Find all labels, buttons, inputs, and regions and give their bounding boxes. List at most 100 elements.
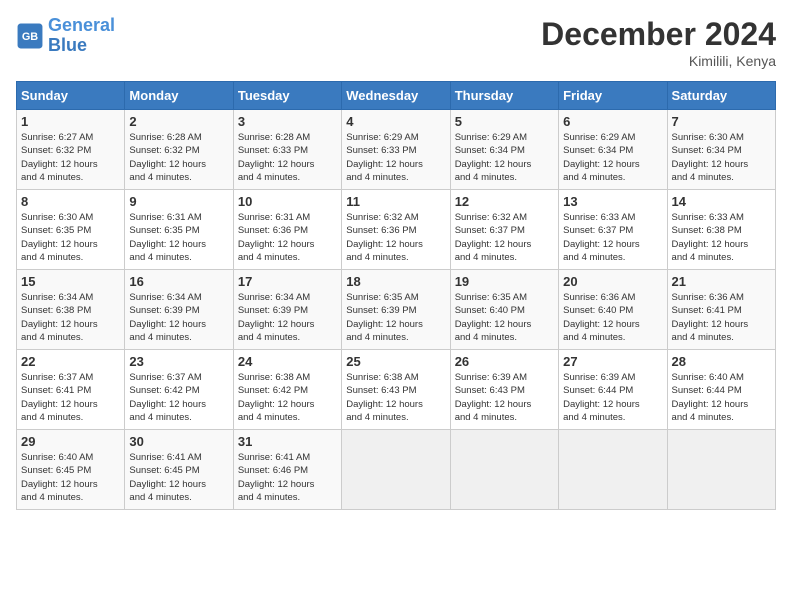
day-number: 13 — [563, 194, 662, 209]
day-number: 22 — [21, 354, 120, 369]
day-info: Sunrise: 6:35 AMSunset: 6:39 PMDaylight:… — [346, 291, 445, 344]
day-number: 5 — [455, 114, 554, 129]
day-info: Sunrise: 6:32 AMSunset: 6:37 PMDaylight:… — [455, 211, 554, 264]
calendar-cell: 9 Sunrise: 6:31 AMSunset: 6:35 PMDaylight… — [125, 190, 233, 270]
calendar-week-1: 1 Sunrise: 6:27 AMSunset: 6:32 PMDaylight… — [17, 110, 776, 190]
calendar-cell: 28 Sunrise: 6:40 AMSunset: 6:44 PMDayligh… — [667, 350, 775, 430]
day-number: 31 — [238, 434, 337, 449]
day-info: Sunrise: 6:31 AMSunset: 6:36 PMDaylight:… — [238, 211, 337, 264]
col-thursday: Thursday — [450, 82, 558, 110]
day-info: Sunrise: 6:38 AMSunset: 6:42 PMDaylight:… — [238, 371, 337, 424]
day-info: Sunrise: 6:33 AMSunset: 6:37 PMDaylight:… — [563, 211, 662, 264]
day-info: Sunrise: 6:30 AMSunset: 6:35 PMDaylight:… — [21, 211, 120, 264]
day-number: 26 — [455, 354, 554, 369]
day-info: Sunrise: 6:33 AMSunset: 6:38 PMDaylight:… — [672, 211, 771, 264]
day-info: Sunrise: 6:34 AMSunset: 6:39 PMDaylight:… — [238, 291, 337, 344]
col-saturday: Saturday — [667, 82, 775, 110]
day-number: 16 — [129, 274, 228, 289]
day-number: 11 — [346, 194, 445, 209]
calendar-cell — [559, 430, 667, 510]
day-number: 29 — [21, 434, 120, 449]
title-block: December 2024 Kimilili, Kenya — [541, 16, 776, 69]
day-info: Sunrise: 6:37 AMSunset: 6:41 PMDaylight:… — [21, 371, 120, 424]
calendar-cell: 20 Sunrise: 6:36 AMSunset: 6:40 PMDayligh… — [559, 270, 667, 350]
day-number: 15 — [21, 274, 120, 289]
day-number: 14 — [672, 194, 771, 209]
day-info: Sunrise: 6:40 AMSunset: 6:45 PMDaylight:… — [21, 451, 120, 504]
day-number: 20 — [563, 274, 662, 289]
day-info: Sunrise: 6:39 AMSunset: 6:44 PMDaylight:… — [563, 371, 662, 424]
page-header: GB GeneralBlue December 2024 Kimilili, K… — [16, 16, 776, 69]
calendar-cell: 30 Sunrise: 6:41 AMSunset: 6:45 PMDayligh… — [125, 430, 233, 510]
day-info: Sunrise: 6:34 AMSunset: 6:39 PMDaylight:… — [129, 291, 228, 344]
calendar-cell: 11Sunrise: 6:32 AMSunset: 6:36 PMDayligh… — [342, 190, 450, 270]
logo: GB GeneralBlue — [16, 16, 115, 56]
calendar-cell: 31 Sunrise: 6:41 AMSunset: 6:46 PMDayligh… — [233, 430, 341, 510]
col-friday: Friday — [559, 82, 667, 110]
calendar-week-3: 15 Sunrise: 6:34 AMSunset: 6:38 PMDayligh… — [17, 270, 776, 350]
day-number: 10 — [238, 194, 337, 209]
day-info: Sunrise: 6:34 AMSunset: 6:38 PMDaylight:… — [21, 291, 120, 344]
day-number: 19 — [455, 274, 554, 289]
col-monday: Monday — [125, 82, 233, 110]
day-info: Sunrise: 6:28 AMSunset: 6:32 PMDaylight:… — [129, 131, 228, 184]
calendar-cell: 8Sunrise: 6:30 AMSunset: 6:35 PMDaylight… — [17, 190, 125, 270]
calendar-cell: 26 Sunrise: 6:39 AMSunset: 6:43 PMDayligh… — [450, 350, 558, 430]
day-info: Sunrise: 6:40 AMSunset: 6:44 PMDaylight:… — [672, 371, 771, 424]
calendar-cell: 6 Sunrise: 6:29 AMSunset: 6:34 PMDaylight… — [559, 110, 667, 190]
day-number: 3 — [238, 114, 337, 129]
day-info: Sunrise: 6:36 AMSunset: 6:40 PMDaylight:… — [563, 291, 662, 344]
calendar-cell: 7Sunrise: 6:30 AMSunset: 6:34 PMDaylight… — [667, 110, 775, 190]
location: Kimilili, Kenya — [541, 53, 776, 69]
calendar-cell: 15 Sunrise: 6:34 AMSunset: 6:38 PMDayligh… — [17, 270, 125, 350]
day-number: 12 — [455, 194, 554, 209]
calendar-cell: 18 Sunrise: 6:35 AMSunset: 6:39 PMDayligh… — [342, 270, 450, 350]
calendar-cell: 10 Sunrise: 6:31 AMSunset: 6:36 PMDayligh… — [233, 190, 341, 270]
day-number: 6 — [563, 114, 662, 129]
calendar-cell: 14 Sunrise: 6:33 AMSunset: 6:38 PMDayligh… — [667, 190, 775, 270]
col-wednesday: Wednesday — [342, 82, 450, 110]
calendar-cell — [667, 430, 775, 510]
day-info: Sunrise: 6:31 AMSunset: 6:35 PMDaylight:… — [129, 211, 228, 264]
calendar-cell: 27 Sunrise: 6:39 AMSunset: 6:44 PMDayligh… — [559, 350, 667, 430]
calendar-cell — [450, 430, 558, 510]
day-number: 9 — [129, 194, 228, 209]
calendar-cell: 4 Sunrise: 6:29 AMSunset: 6:33 PMDaylight… — [342, 110, 450, 190]
day-info: Sunrise: 6:36 AMSunset: 6:41 PMDaylight:… — [672, 291, 771, 344]
day-info: Sunrise: 6:29 AMSunset: 6:34 PMDaylight:… — [455, 131, 554, 184]
day-info: Sunrise: 6:41 AMSunset: 6:45 PMDaylight:… — [129, 451, 228, 504]
calendar-cell: 22 Sunrise: 6:37 AMSunset: 6:41 PMDayligh… — [17, 350, 125, 430]
day-info: Sunrise: 6:28 AMSunset: 6:33 PMDaylight:… — [238, 131, 337, 184]
day-info: Sunrise: 6:29 AMSunset: 6:33 PMDaylight:… — [346, 131, 445, 184]
calendar-table: Sunday Monday Tuesday Wednesday Thursday… — [16, 81, 776, 510]
day-info: Sunrise: 6:41 AMSunset: 6:46 PMDaylight:… — [238, 451, 337, 504]
day-number: 7 — [672, 114, 771, 129]
calendar-cell: 29 Sunrise: 6:40 AMSunset: 6:45 PMDayligh… — [17, 430, 125, 510]
month-title: December 2024 — [541, 16, 776, 53]
day-number: 25 — [346, 354, 445, 369]
col-sunday: Sunday — [17, 82, 125, 110]
calendar-cell: 13 Sunrise: 6:33 AMSunset: 6:37 PMDayligh… — [559, 190, 667, 270]
day-info: Sunrise: 6:37 AMSunset: 6:42 PMDaylight:… — [129, 371, 228, 424]
logo-text: GeneralBlue — [48, 16, 115, 56]
calendar-cell: 12 Sunrise: 6:32 AMSunset: 6:37 PMDayligh… — [450, 190, 558, 270]
day-number: 28 — [672, 354, 771, 369]
calendar-cell: 2Sunrise: 6:28 AMSunset: 6:32 PMDaylight… — [125, 110, 233, 190]
calendar-cell: 21Sunrise: 6:36 AMSunset: 6:41 PMDayligh… — [667, 270, 775, 350]
calendar-cell — [342, 430, 450, 510]
day-number: 24 — [238, 354, 337, 369]
col-tuesday: Tuesday — [233, 82, 341, 110]
day-info: Sunrise: 6:27 AMSunset: 6:32 PMDaylight:… — [21, 131, 120, 184]
day-number: 1 — [21, 114, 120, 129]
day-number: 18 — [346, 274, 445, 289]
day-number: 27 — [563, 354, 662, 369]
day-info: Sunrise: 6:29 AMSunset: 6:34 PMDaylight:… — [563, 131, 662, 184]
header-row: Sunday Monday Tuesday Wednesday Thursday… — [17, 82, 776, 110]
day-number: 30 — [129, 434, 228, 449]
calendar-cell: 16 Sunrise: 6:34 AMSunset: 6:39 PMDayligh… — [125, 270, 233, 350]
day-number: 4 — [346, 114, 445, 129]
logo-icon: GB — [16, 22, 44, 50]
day-info: Sunrise: 6:39 AMSunset: 6:43 PMDaylight:… — [455, 371, 554, 424]
calendar-cell: 19Sunrise: 6:35 AMSunset: 6:40 PMDayligh… — [450, 270, 558, 350]
day-number: 17 — [238, 274, 337, 289]
